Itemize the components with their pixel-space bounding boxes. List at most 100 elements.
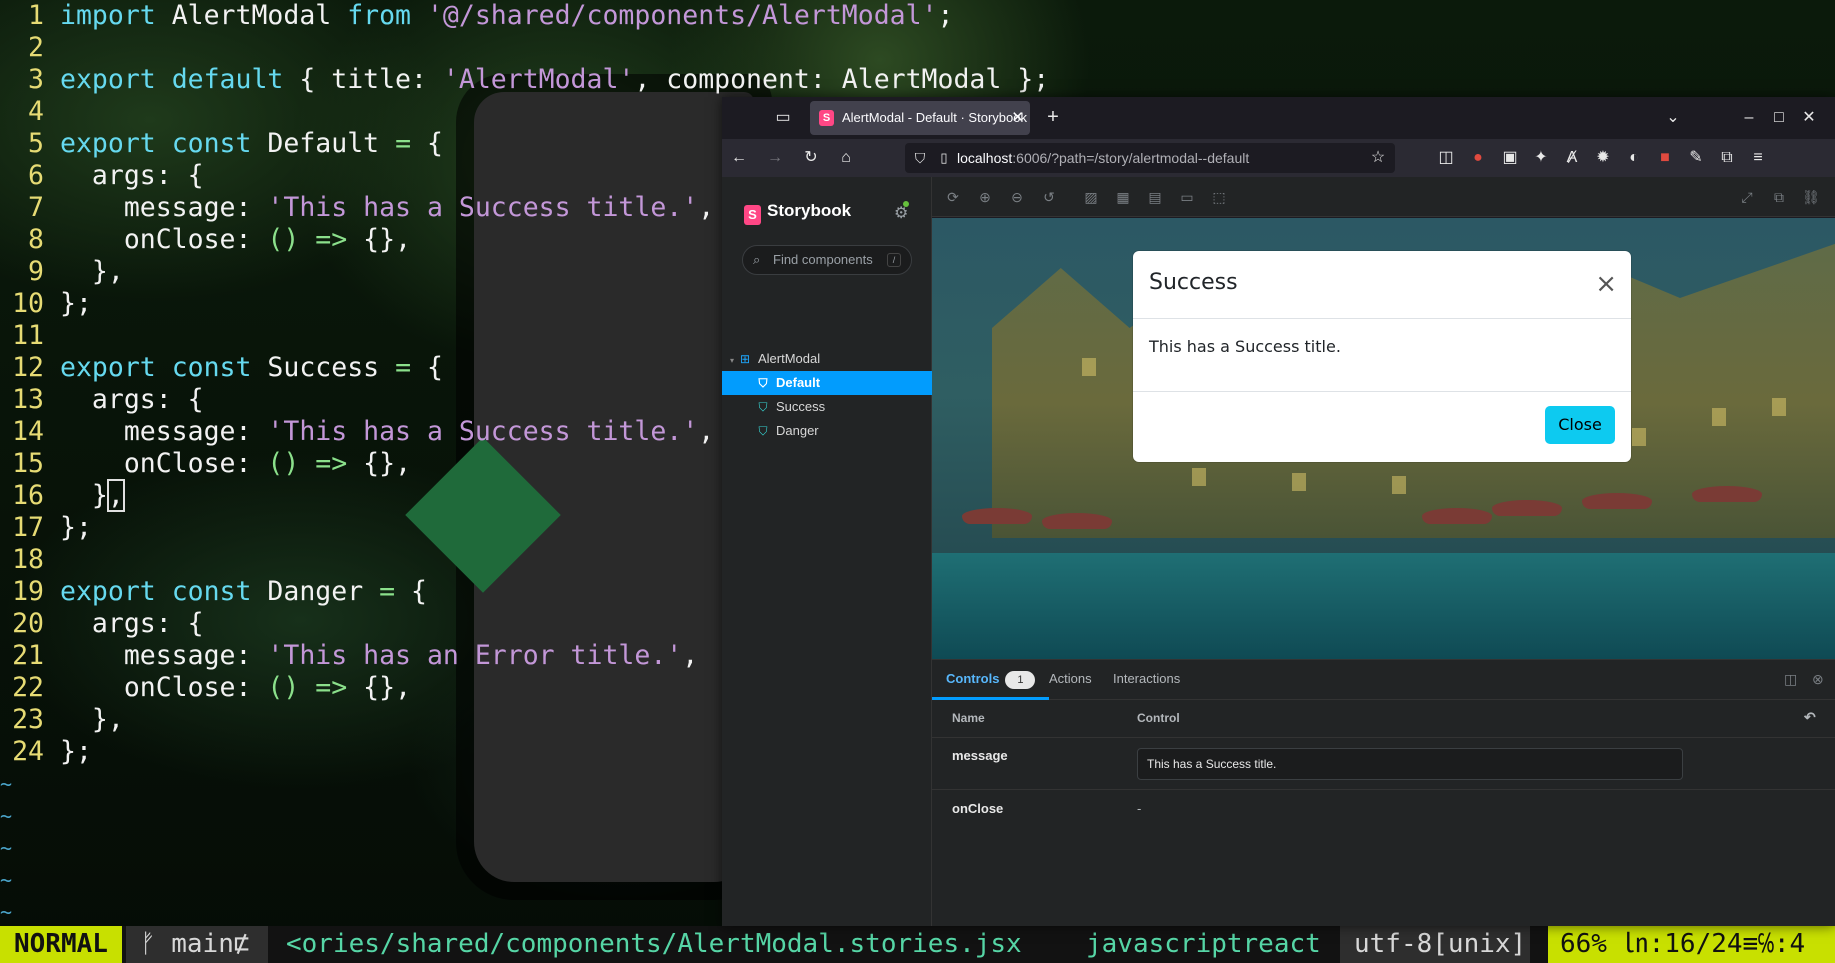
extension-icon[interactable]: ■ — [1654, 147, 1676, 169]
gear-extension-icon[interactable]: ✹ — [1592, 147, 1614, 169]
controls-count-badge: 1 — [1005, 671, 1036, 689]
menu-hamburger-icon[interactable]: ≡ — [1747, 147, 1769, 169]
outline-icon[interactable]: ⬚ — [1210, 188, 1228, 206]
modal-body-text: This has a Success title. — [1149, 337, 1341, 356]
pocket-icon[interactable]: ◫ — [1435, 147, 1457, 169]
window-light — [1712, 408, 1726, 426]
search-icon: ⌕ — [753, 252, 761, 267]
remount-icon[interactable]: ⟳ — [944, 188, 962, 206]
panel-close-icon[interactable]: ⊗ — [1812, 671, 1824, 688]
code-line-9: 9 }, — [28, 256, 124, 287]
empty-line-marker: ~ — [0, 868, 13, 892]
pen-icon[interactable]: ✎ — [1685, 147, 1707, 169]
storybook-logo[interactable]: S Storybook — [744, 201, 851, 225]
window-light — [1192, 468, 1206, 486]
viewport-icon[interactable]: ▤ — [1146, 188, 1164, 206]
back-icon[interactable]: ← — [728, 147, 750, 169]
shield-icon[interactable]: ⛉ — [909, 147, 931, 169]
open-new-tab-icon[interactable]: ⧉ — [1770, 188, 1788, 206]
zoom-in-icon[interactable]: ⊕ — [976, 188, 994, 206]
tab-close-icon[interactable]: ✕ — [1011, 101, 1024, 135]
measure-icon[interactable]: ▭ — [1178, 188, 1196, 206]
translate-icon[interactable]: Ⱥ — [1561, 147, 1583, 169]
grid-icon[interactable]: ▦ — [1114, 188, 1132, 206]
text-cursor: , — [106, 479, 125, 512]
extensions-puzzle-icon[interactable]: ⧉ — [1716, 147, 1738, 169]
vim-editor[interactable]: 1 import AlertModal from '@/shared/compon… — [0, 0, 1049, 924]
url-host: localhost — [957, 150, 1013, 166]
minimize-icon[interactable]: – — [1738, 107, 1760, 129]
forward-icon[interactable]: → — [764, 147, 786, 169]
code-line-22: 22 onClose: () => {}, — [12, 672, 412, 703]
tab-storybook[interactable]: S AlertModal - Default · Storybook ✕ — [810, 101, 1030, 135]
storybook-brand-text: Storybook — [767, 201, 852, 220]
bookmark-star-icon[interactable]: ☆ — [1367, 147, 1389, 169]
maximize-icon[interactable]: □ — [1768, 107, 1790, 129]
modal-header: Success × — [1133, 251, 1631, 319]
dark-reader-icon[interactable]: ◐ — [1623, 147, 1645, 169]
firefox-window[interactable]: ▭ S AlertModal - Default · Storybook ✕ +… — [722, 97, 1835, 926]
tab-actions[interactable]: Actions — [1049, 660, 1092, 700]
umbrella — [1492, 500, 1562, 516]
modal-title: Success — [1149, 270, 1238, 295]
bookmark-icon: ⛉ — [758, 376, 768, 390]
column-control-header: Control — [1137, 711, 1180, 725]
collapse-caret-icon[interactable]: ▾ — [728, 349, 736, 373]
copy-link-icon[interactable]: ⛓ — [1802, 188, 1820, 206]
addons-tab-bar: Controls 1 Actions Interactions ◫ ⊗ — [932, 660, 1835, 700]
vim-mode: NORMAL — [0, 926, 122, 963]
tab-overview-icon[interactable]: ▭ — [772, 107, 794, 129]
background-icon[interactable]: ▨ — [1082, 188, 1100, 206]
tab-bar: ▭ S AlertModal - Default · Storybook ✕ +… — [722, 97, 1835, 139]
code-line-20: 20 args: { — [12, 608, 204, 639]
search-placeholder: Find components — [773, 252, 873, 267]
code-line-12: 12 export const Success = { — [12, 352, 443, 383]
file-type: javascriptreact — [1086, 929, 1321, 959]
tree-story-success[interactable]: ⛉ Success — [722, 395, 932, 419]
code-line-13: 13 args: { — [12, 384, 204, 415]
fullscreen-icon[interactable]: ⤢ — [1738, 188, 1756, 206]
tab-list-chevron-icon[interactable]: ⌄ — [1662, 107, 1684, 129]
extension-icon[interactable]: ▣ — [1499, 147, 1521, 169]
umbrella — [962, 508, 1032, 524]
tab-interactions[interactable]: Interactions — [1113, 660, 1180, 700]
new-tab-button[interactable]: + — [1042, 106, 1064, 128]
tab-controls-label: Controls — [946, 671, 1000, 686]
tree-story-danger[interactable]: ⛉ Danger — [722, 419, 932, 443]
tab-controls[interactable]: Controls 1 — [932, 660, 1050, 700]
tree-story-label: Success — [776, 399, 826, 414]
window-close-icon[interactable]: ✕ — [1798, 107, 1820, 129]
modal-close-icon[interactable]: × — [1595, 271, 1617, 297]
git-branch: ᚠ main⋢ — [126, 926, 268, 963]
cursor-position: 66% ㏑:16/24≡℅:4 — [1548, 926, 1835, 963]
code-line-10: 10}; — [12, 288, 92, 319]
window-light — [1632, 428, 1646, 446]
close-button[interactable]: Close — [1545, 406, 1615, 444]
search-input[interactable]: ⌕ Find components / — [742, 245, 912, 275]
extension-icon[interactable]: ✦ — [1530, 147, 1552, 169]
code-line-17: 17}; — [12, 512, 92, 543]
zoom-out-icon[interactable]: ⊖ — [1008, 188, 1026, 206]
home-icon[interactable]: ⌂ — [835, 147, 857, 169]
empty-line-marker: ~ — [0, 772, 13, 796]
empty-line-marker: ~ — [0, 804, 13, 828]
pool-image — [932, 553, 1835, 659]
vim-statusline: NORMAL ᚠ main⋢ <ories/shared/components/… — [0, 926, 1835, 963]
ublock-icon[interactable]: ● — [1467, 147, 1489, 169]
zoom-reset-icon[interactable]: ↺ — [1040, 188, 1058, 206]
url-bar[interactable]: ⛉ ▯ localhost:6006/?path=/story/alertmod… — [905, 143, 1395, 173]
code-line-16: 16 }, — [12, 479, 125, 512]
reset-controls-icon[interactable]: ↶ — [1804, 709, 1816, 726]
message-text-input[interactable]: This has a Success title. — [1137, 748, 1683, 780]
storybook-favicon-icon: S — [819, 110, 834, 126]
control-value: - — [1137, 801, 1142, 816]
reload-icon[interactable]: ↻ — [800, 147, 822, 169]
tree-component-alertmodal[interactable]: ▾ ⊞ AlertModal — [722, 347, 932, 371]
storybook-logo-icon: S — [744, 205, 761, 225]
url-path: :6006/?path=/story/alertmodal--default — [1012, 150, 1250, 166]
tree-story-default[interactable]: ⛉ Default — [722, 371, 932, 395]
tab-title: AlertModal - Default · Storybook — [842, 110, 1027, 125]
panel-orientation-icon[interactable]: ◫ — [1784, 671, 1797, 688]
code-line-3: 3 export default { title: 'AlertModal', c… — [28, 64, 1050, 95]
page-icon: ▯ — [940, 150, 948, 165]
